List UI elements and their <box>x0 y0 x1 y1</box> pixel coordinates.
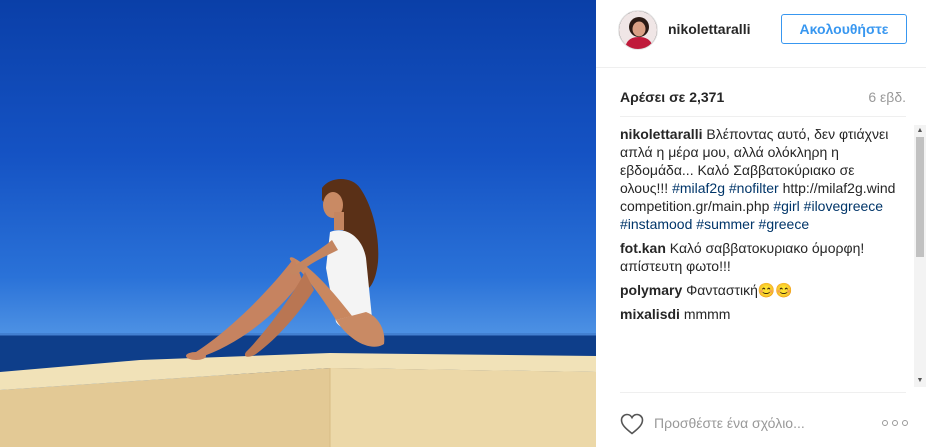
comment-text: mmmm <box>683 306 731 322</box>
comment-username[interactable]: mixalisdi <box>620 306 680 322</box>
divider <box>620 116 906 117</box>
comment-text: Φανταστική😊😊 <box>686 282 793 298</box>
comment-input[interactable] <box>654 413 874 433</box>
avatar-image <box>619 11 657 49</box>
hashtag-link[interactable]: #summer <box>696 216 754 232</box>
hashtag-link[interactable]: #greece <box>759 216 810 232</box>
hashtag-link[interactable]: #instamood <box>620 216 692 232</box>
post-footer <box>596 399 926 447</box>
caption-comment: nikolettaralli Βλέποντας αυτό, δεν φτιάχ… <box>620 125 902 233</box>
dot <box>902 420 908 426</box>
heart-outline-icon[interactable] <box>620 413 644 435</box>
comment-username[interactable]: nikolettaralli <box>620 126 702 142</box>
divider <box>620 392 906 393</box>
comment-item: mixalisdi mmmm <box>620 305 902 323</box>
comments-list: nikolettaralli Βλέποντας αυτό, δεν φτιάχ… <box>620 125 902 387</box>
username-link[interactable]: nikolettaralli <box>668 21 750 37</box>
avatar[interactable] <box>618 10 658 50</box>
photo-scene <box>0 179 596 447</box>
arrow-up-icon[interactable]: ▲ <box>916 127 924 135</box>
more-options-icon[interactable] <box>882 415 908 431</box>
comment-username[interactable]: fot.kan <box>620 240 666 256</box>
scrollbar-thumb[interactable] <box>916 137 924 257</box>
arrow-down-icon[interactable]: ▼ <box>916 377 924 385</box>
hashtag-link[interactable]: #nofilter <box>729 180 779 196</box>
comment-username[interactable]: polymary <box>620 282 682 298</box>
comment-item: polymary Φανταστική😊😊 <box>620 281 902 299</box>
hashtag-link[interactable]: #milaf2g <box>672 180 725 196</box>
likes-row: Αρέσει σε 2,371 6 εβδ. <box>620 89 906 107</box>
hashtag-link[interactable]: #girl <box>773 198 799 214</box>
follow-button[interactable]: Ακολουθήστε <box>781 14 907 44</box>
hashtag-link[interactable]: #ilovegreece <box>804 198 883 214</box>
dot <box>882 420 888 426</box>
post-header: nikolettaralli Ακολουθήστε <box>596 0 926 68</box>
likes-count[interactable]: Αρέσει σε 2,371 <box>620 89 724 105</box>
woman-figure <box>186 179 385 360</box>
comment-item: fot.kan Καλό σαββατοκυριακο όμορφη! απίσ… <box>620 239 902 275</box>
post-photo[interactable] <box>0 0 596 447</box>
comments-scrollbar[interactable]: ▲ ▼ <box>914 125 926 387</box>
post-side-panel: nikolettaralli Ακολουθήστε Αρέσει σε 2,3… <box>596 0 926 447</box>
post-time[interactable]: 6 εβδ. <box>868 89 906 105</box>
dot <box>892 420 898 426</box>
